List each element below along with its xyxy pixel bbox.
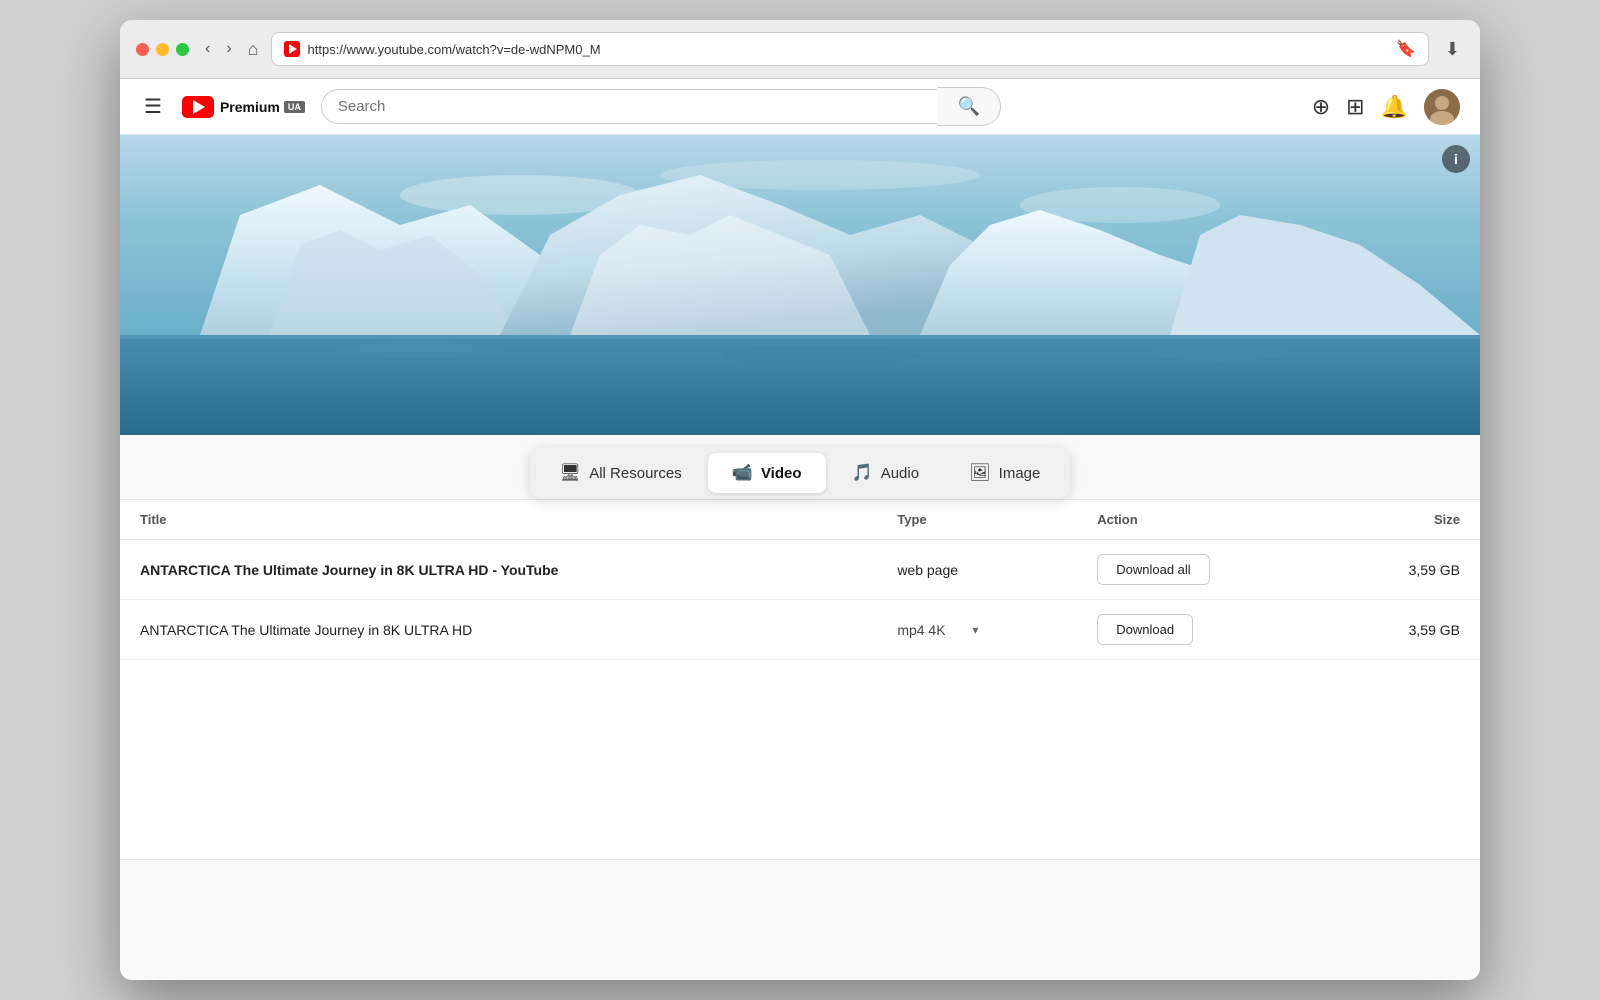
youtube-logo: Premium UA [182, 96, 305, 118]
col-type: Type [877, 500, 1077, 540]
tab-image-label: Image [999, 465, 1041, 482]
format-select[interactable]: mp4 4K mp4 1080p mp4 720p mp4 480p mp4 3… [897, 622, 968, 638]
col-action: Action [1077, 500, 1329, 540]
bottom-area [120, 860, 1480, 980]
row1-type: web page [877, 540, 1077, 600]
bell-icon: 🔔 [1381, 94, 1408, 119]
youtube-premium-text: Premium [220, 99, 280, 115]
col-size: Size [1329, 500, 1480, 540]
url-text: https://www.youtube.com/watch?v=de-wdNPM… [308, 42, 1388, 57]
download-table: Title Type Action Size ANTARCTICA The Ul… [120, 499, 1480, 660]
video-player[interactable]: i [120, 135, 1480, 435]
tab-audio-label: Audio [881, 465, 919, 482]
tab-all-resources-label: All Resources [589, 465, 682, 482]
toolbar-right: ⊕ ⊞ 🔔 [1312, 89, 1460, 125]
address-bar[interactable]: https://www.youtube.com/watch?v=de-wdNPM… [271, 32, 1429, 66]
download-indicator-button[interactable]: ⬇ [1441, 35, 1464, 64]
tab-video[interactable]: 📹 Video [708, 453, 826, 493]
youtube-favicon-icon [284, 41, 300, 57]
download-all-button[interactable]: Download all [1097, 554, 1209, 585]
all-resources-icon: 🖥 [560, 463, 582, 483]
youtube-region-badge: UA [284, 101, 305, 113]
minimize-button[interactable] [156, 43, 169, 56]
row1-title: ANTARCTICA The Ultimate Journey in 8K UL… [120, 540, 877, 600]
row1-size: 3,59 GB [1329, 540, 1480, 600]
row2-type-cell[interactable]: mp4 4K mp4 1080p mp4 720p mp4 480p mp4 3… [877, 600, 1077, 660]
empty-table-area [120, 660, 1480, 860]
col-title: Title [120, 500, 877, 540]
browser-window: ‹ › ⌂ https://www.youtube.com/watch?v=de… [120, 20, 1480, 980]
video-icon: 📹 [732, 463, 753, 483]
youtube-toolbar: ☰ Premium UA 🔍 ⊕ ⊞ 🔔 [120, 79, 1480, 135]
bookmark-button[interactable]: 🔖 [1396, 39, 1416, 59]
row2-size: 3,59 GB [1329, 600, 1480, 660]
title-bar: ‹ › ⌂ https://www.youtube.com/watch?v=de… [120, 20, 1480, 79]
tab-video-label: Video [761, 465, 802, 482]
row1-action-cell: Download all [1077, 540, 1329, 600]
resource-filter-bar: 🖥 All Resources 📹 Video 🎵 Audio 🖼 Image [120, 435, 1480, 499]
add-icon: ⊕ [1312, 94, 1330, 119]
title-bar-actions: ⬇ [1441, 35, 1464, 64]
row2-action-cell: Download [1077, 600, 1329, 660]
maximize-button[interactable] [176, 43, 189, 56]
table-row: ANTARCTICA The Ultimate Journey in 8K UL… [120, 540, 1480, 600]
image-icon: 🖼 [969, 463, 991, 483]
search-input[interactable] [321, 89, 938, 124]
forward-button[interactable]: › [222, 38, 235, 60]
select-arrow-icon: ▾ [972, 623, 978, 637]
user-avatar[interactable] [1424, 89, 1460, 125]
youtube-logo-icon [182, 96, 214, 118]
nav-buttons: ‹ › [201, 38, 236, 60]
table-row: ANTARCTICA The Ultimate Journey in 8K UL… [120, 600, 1480, 660]
search-button[interactable]: 🔍 [937, 87, 1000, 126]
hamburger-menu-button[interactable]: ☰ [140, 90, 166, 123]
search-container: 🔍 [321, 87, 1001, 126]
grid-view-button[interactable]: ⊞ [1346, 94, 1364, 120]
notifications-button[interactable]: 🔔 [1381, 94, 1408, 120]
home-button[interactable]: ⌂ [248, 39, 259, 60]
tab-audio[interactable]: 🎵 Audio [828, 453, 944, 493]
back-button[interactable]: ‹ [201, 38, 214, 60]
video-info-button[interactable]: i [1442, 145, 1470, 173]
close-button[interactable] [136, 43, 149, 56]
grid-icon: ⊞ [1346, 94, 1364, 119]
tab-image[interactable]: 🖼 Image [945, 453, 1064, 493]
audio-icon: 🎵 [852, 463, 873, 483]
resource-tabs-container: 🖥 All Resources 📹 Video 🎵 Audio 🖼 Image [530, 447, 1071, 499]
main-content: i 🖥 All Resources 📹 Video 🎵 Audio 🖼 [120, 135, 1480, 980]
traffic-lights [136, 43, 189, 56]
download-button[interactable]: Download [1097, 614, 1193, 645]
tab-all-resources[interactable]: 🖥 All Resources [536, 453, 706, 493]
row2-title: ANTARCTICA The Ultimate Journey in 8K UL… [120, 600, 877, 660]
add-video-button[interactable]: ⊕ [1312, 94, 1330, 120]
